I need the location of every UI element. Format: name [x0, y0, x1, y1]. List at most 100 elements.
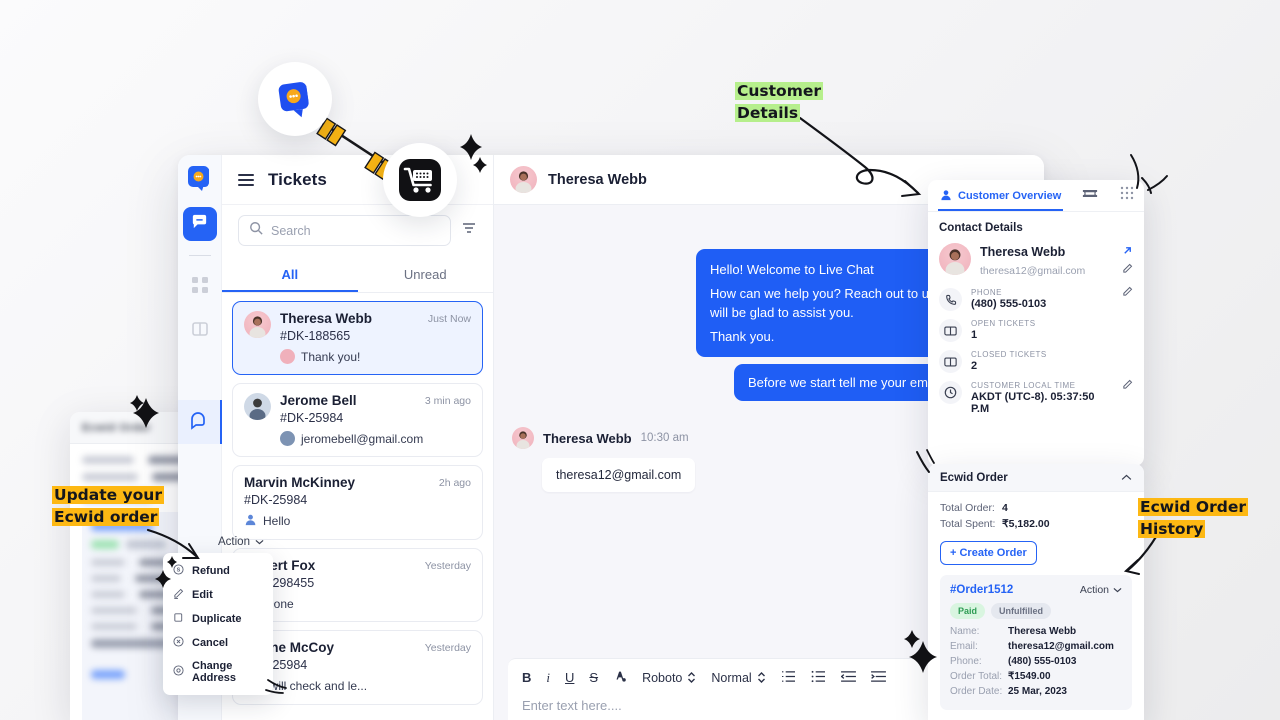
message-bubble-incoming: theresa12@gmail.com — [542, 458, 696, 492]
action-dropdown-menu[interactable]: S Refund Edit Duplicate Cancel Change Ad… — [163, 553, 273, 695]
menu-item-cancel[interactable]: Cancel — [163, 631, 273, 655]
ecwid-panel-header[interactable]: Ecwid Order — [928, 464, 1144, 492]
menu-item-label: Duplicate — [192, 613, 242, 625]
action-dropdown-trigger[interactable]: Action — [218, 536, 264, 548]
table-row[interactable]: Theresa Webb #DK-188565 Just Now Thank y… — [232, 301, 483, 375]
field-value: 1 — [971, 329, 978, 341]
field-label: Name: — [950, 626, 980, 637]
ticket-book-icon — [939, 319, 962, 342]
table-row[interactable]: Jerome Bell #DK-25984 3 min ago jeromebe… — [232, 383, 483, 457]
menu-item-refund[interactable]: S Refund — [163, 559, 273, 583]
field-phone: PHONE (480) 555-0103 — [939, 286, 1133, 311]
underline-button[interactable]: U — [565, 670, 574, 685]
field-label: Order Total: — [950, 671, 1003, 682]
strikethrough-button[interactable]: S — [589, 670, 598, 685]
ecwid-panel-body: Total Order: 4 Total Spent: ₹5,182.00 + … — [928, 492, 1144, 720]
annotation-ecwid-order-history: Ecwid Order History — [1138, 496, 1248, 541]
chevron-down-icon — [1113, 588, 1122, 593]
sidebar-item-contacts[interactable] — [183, 270, 217, 304]
sidebar-item-chat[interactable] — [178, 400, 222, 444]
ticket-name: Theresa Webb — [280, 311, 373, 326]
status-badge-paid: Paid — [950, 603, 986, 619]
tab-unread[interactable]: Unread — [358, 258, 494, 292]
search-box[interactable] — [238, 215, 451, 246]
order-action-dropdown[interactable]: Action — [1080, 584, 1122, 596]
field-value: 2 — [971, 360, 978, 372]
indent-decrease-icon[interactable] — [840, 670, 856, 686]
conversation-contact-name: Theresa Webb — [548, 171, 647, 188]
total-spent-row: Total Spent: ₹5,182.00 — [940, 518, 1132, 530]
create-order-button[interactable]: + Create Order — [940, 541, 1037, 565]
menu-item-duplicate[interactable]: Duplicate — [163, 607, 273, 631]
order-field-name: Name: Theresa Webb — [950, 626, 1122, 637]
ticket-time: Yesterday — [424, 560, 471, 572]
ticket-tabs: All Unread — [222, 258, 493, 293]
ticket-icon[interactable] — [1082, 187, 1098, 205]
total-spent-label: Total Spent: — [940, 518, 996, 530]
pencil-icon[interactable] — [1122, 261, 1133, 279]
font-family-select[interactable]: Roboto — [642, 671, 696, 685]
apps-grid-icon[interactable] — [1120, 186, 1134, 205]
blur-bar — [91, 623, 137, 630]
sidebar-item-inbox[interactable] — [182, 207, 217, 241]
hamburger-icon[interactable] — [238, 173, 254, 186]
avatar — [244, 393, 271, 420]
ecwid-order-panel: Ecwid Order Total Order: 4 Total Spent: … — [928, 464, 1144, 720]
blur-bar — [82, 456, 134, 464]
ticket-id: #DK-25984 — [280, 411, 344, 425]
field-label: OPEN TICKETS — [971, 319, 1036, 328]
ticket-last-message: Thank you! — [301, 349, 361, 364]
ticket-time: Just Now — [427, 313, 471, 325]
order-field-phone: Phone: (480) 555-0103 — [950, 656, 1122, 667]
book-icon — [191, 320, 209, 343]
ecwid-panel-title: Ecwid Order — [940, 471, 1008, 484]
pencil-icon[interactable] — [1122, 284, 1133, 302]
phone-icon — [939, 288, 962, 311]
blur-bar — [91, 591, 125, 598]
chevron-up-icon[interactable] — [1121, 472, 1132, 484]
indent-increase-icon[interactable] — [870, 670, 886, 686]
ticket-last-message: I will check and le... — [263, 679, 368, 693]
sidebar-item-knowledge-base[interactable] — [183, 314, 217, 348]
font-family-value: Roboto — [642, 670, 683, 685]
italic-button[interactable]: i — [546, 670, 550, 686]
customer-identity: Theresa Webb theresa12@gmail.com — [939, 243, 1133, 279]
app-window: Tickets All Unread — [178, 155, 1044, 720]
menu-item-change-address[interactable]: Change Address — [163, 655, 273, 689]
field-label: CLOSED TICKETS — [971, 350, 1047, 359]
annotation-update-your-ecwid-order: Update your Ecwid order — [52, 484, 164, 529]
person-icon — [940, 189, 952, 204]
person-icon — [244, 513, 257, 529]
menu-item-edit[interactable]: Edit — [163, 583, 273, 607]
font-size-value: Normal — [711, 670, 752, 685]
customer-panel-tabs: Customer Overview — [928, 180, 1144, 212]
field-value: 25 Mar, 2023 — [1008, 686, 1067, 697]
order-card: #Order1512 Action Paid Unfulfilled Name:… — [940, 575, 1132, 710]
order-id-link[interactable]: #Order1512 — [950, 584, 1013, 596]
field-customer-local-time: CUSTOMER LOCAL TIME AKDT (UTC-8). 05:37:… — [939, 379, 1133, 415]
order-card-header: #Order1512 Action — [950, 584, 1122, 596]
blur-chip — [91, 540, 119, 549]
tab-all[interactable]: All — [222, 258, 358, 292]
field-label: Phone: — [950, 656, 982, 667]
menu-item-label: Refund — [192, 565, 230, 577]
desku-logo-badge — [258, 62, 332, 136]
font-size-select[interactable]: Normal — [711, 671, 765, 685]
ecwid-cart-logo-badge — [383, 143, 457, 217]
bullet-list-icon[interactable] — [811, 670, 826, 686]
table-row[interactable]: Marvin McKinney #DK-25984 2h ago Hello — [232, 465, 483, 540]
bold-button[interactable]: B — [522, 670, 531, 685]
message-time: 10:30 am — [640, 432, 689, 444]
tab-customer-overview[interactable]: Customer Overview — [938, 181, 1063, 211]
search-row — [222, 205, 493, 258]
avatar — [510, 166, 537, 193]
ordered-list-icon[interactable] — [781, 670, 796, 686]
open-external-icon[interactable] — [1122, 243, 1133, 261]
filter-icon[interactable] — [461, 220, 477, 241]
field-label: CUSTOMER LOCAL TIME — [971, 381, 1076, 390]
font-color-icon[interactable] — [613, 669, 627, 686]
search-input[interactable] — [271, 223, 440, 238]
menu-item-label: Cancel — [192, 637, 229, 649]
menu-item-label: Change Address — [192, 660, 237, 684]
pencil-icon[interactable] — [1122, 377, 1133, 395]
